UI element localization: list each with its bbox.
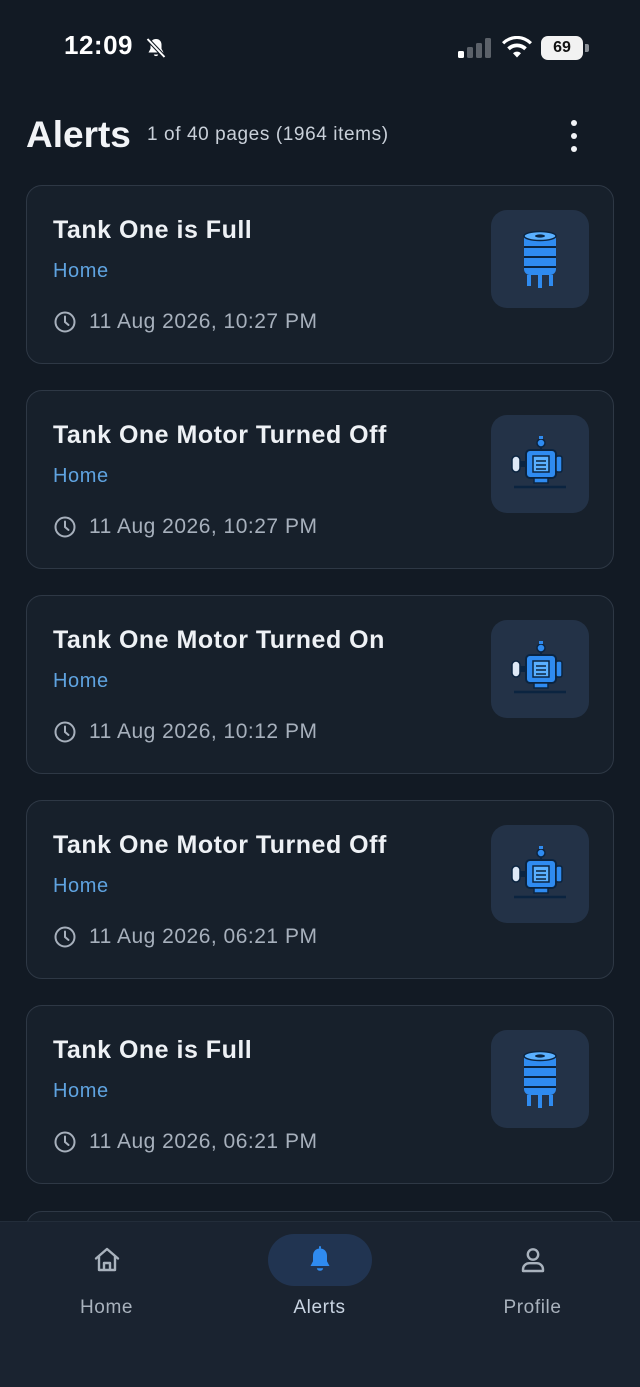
nav-label-home: Home [79, 1297, 134, 1318]
alert-timestamp: 11 Aug 2026, 10:27 PM [53, 308, 317, 336]
alert-time: 11 Aug 2026, 10:27 PM [89, 515, 318, 538]
alert-icon-tile [491, 1030, 589, 1128]
nav-item-home[interactable]: Home [0, 1222, 213, 1342]
wifi-icon [502, 36, 532, 58]
person-icon [521, 1248, 544, 1273]
alert-timestamp: 11 Aug 2026, 10:12 PM [53, 718, 317, 746]
alert-card[interactable]: Tank One Motor Turned On Home 11 Aug 202… [26, 595, 614, 774]
bell-icon [310, 1246, 329, 1271]
alert-title: Tank One Motor Turned Off [53, 421, 387, 449]
page-header: Alerts 1 of 40 pages (1964 items) [26, 110, 614, 160]
water-pump-motor-icon [511, 641, 566, 694]
water-pump-motor-icon [511, 846, 566, 899]
status-bar: 12:09 69 [0, 0, 640, 96]
water-pump-motor-icon [511, 436, 566, 489]
water-tank-icon [523, 1050, 557, 1108]
alerts-screen: 12:09 69 Alerts 1 of 40 pages (1964 item… [0, 0, 640, 1387]
nav-icon-container-active [267, 1234, 372, 1286]
alert-time: 11 Aug 2026, 10:12 PM [89, 720, 318, 743]
more-dot-icon [571, 120, 577, 126]
clock-icon [54, 516, 76, 538]
home-icon [94, 1247, 119, 1272]
battery-indicator: 69 [541, 36, 589, 60]
nav-icon-container [55, 1234, 159, 1286]
page-title: Alerts [26, 114, 131, 155]
nav-label-profile: Profile [503, 1297, 562, 1318]
alert-title: Tank One is Full [53, 216, 253, 244]
clock-icon [54, 926, 76, 948]
cellular-signal-icon [458, 38, 491, 58]
status-time: 12:09 [64, 30, 133, 60]
alert-icon-tile [491, 210, 589, 308]
clock-icon [54, 311, 76, 333]
clock-icon [54, 721, 76, 743]
alert-location: Home [53, 670, 109, 692]
pagination-info: 1 of 40 pages (1964 items) [147, 124, 389, 145]
alert-card[interactable]: Tank One is Full Home 11 Aug 2026, 10:27… [26, 185, 614, 364]
battery-tip [585, 44, 589, 52]
battery-level: 69 [541, 36, 583, 60]
alert-timestamp: 11 Aug 2026, 06:21 PM [53, 1128, 317, 1156]
alert-icon-tile [491, 825, 589, 923]
alert-location: Home [53, 875, 109, 897]
alert-card[interactable]: Tank One is Full Home 11 Aug 2026, 06:21… [26, 1005, 614, 1184]
nav-icon-container [481, 1234, 585, 1286]
more-dot-icon [571, 146, 577, 152]
nav-item-profile[interactable]: Profile [426, 1222, 639, 1342]
alert-location: Home [53, 1080, 109, 1102]
alert-timestamp: 11 Aug 2026, 06:21 PM [53, 923, 317, 951]
alert-title: Tank One is Full [53, 1036, 253, 1064]
silent-mode-icon [146, 37, 166, 59]
alert-card[interactable]: Tank One Motor Turned Off Home 11 Aug 20… [26, 390, 614, 569]
more-dot-icon [571, 133, 577, 139]
alert-list: Tank One is Full Home 11 Aug 2026, 10:27… [26, 185, 614, 1210]
alert-title: Tank One Motor Turned Off [53, 831, 387, 859]
alert-time: 11 Aug 2026, 06:21 PM [89, 925, 318, 948]
more-options-button[interactable] [562, 120, 586, 152]
bottom-navigation: Home Alerts Profile [0, 1221, 640, 1387]
alert-icon-tile [491, 415, 589, 513]
alert-timestamp: 11 Aug 2026, 10:27 PM [53, 513, 317, 541]
alert-location: Home [53, 465, 109, 487]
alert-time: 11 Aug 2026, 06:21 PM [89, 1130, 318, 1153]
alert-title: Tank One Motor Turned On [53, 626, 385, 654]
alert-time: 11 Aug 2026, 10:27 PM [89, 310, 318, 333]
alert-card[interactable]: Tank One Motor Turned Off Home 11 Aug 20… [26, 800, 614, 979]
water-tank-icon [523, 230, 557, 288]
clock-icon [54, 1131, 76, 1153]
alert-location: Home [53, 260, 109, 282]
nav-label-alerts: Alerts [293, 1297, 346, 1318]
nav-item-alerts[interactable]: Alerts [213, 1222, 426, 1342]
alert-icon-tile [491, 620, 589, 718]
